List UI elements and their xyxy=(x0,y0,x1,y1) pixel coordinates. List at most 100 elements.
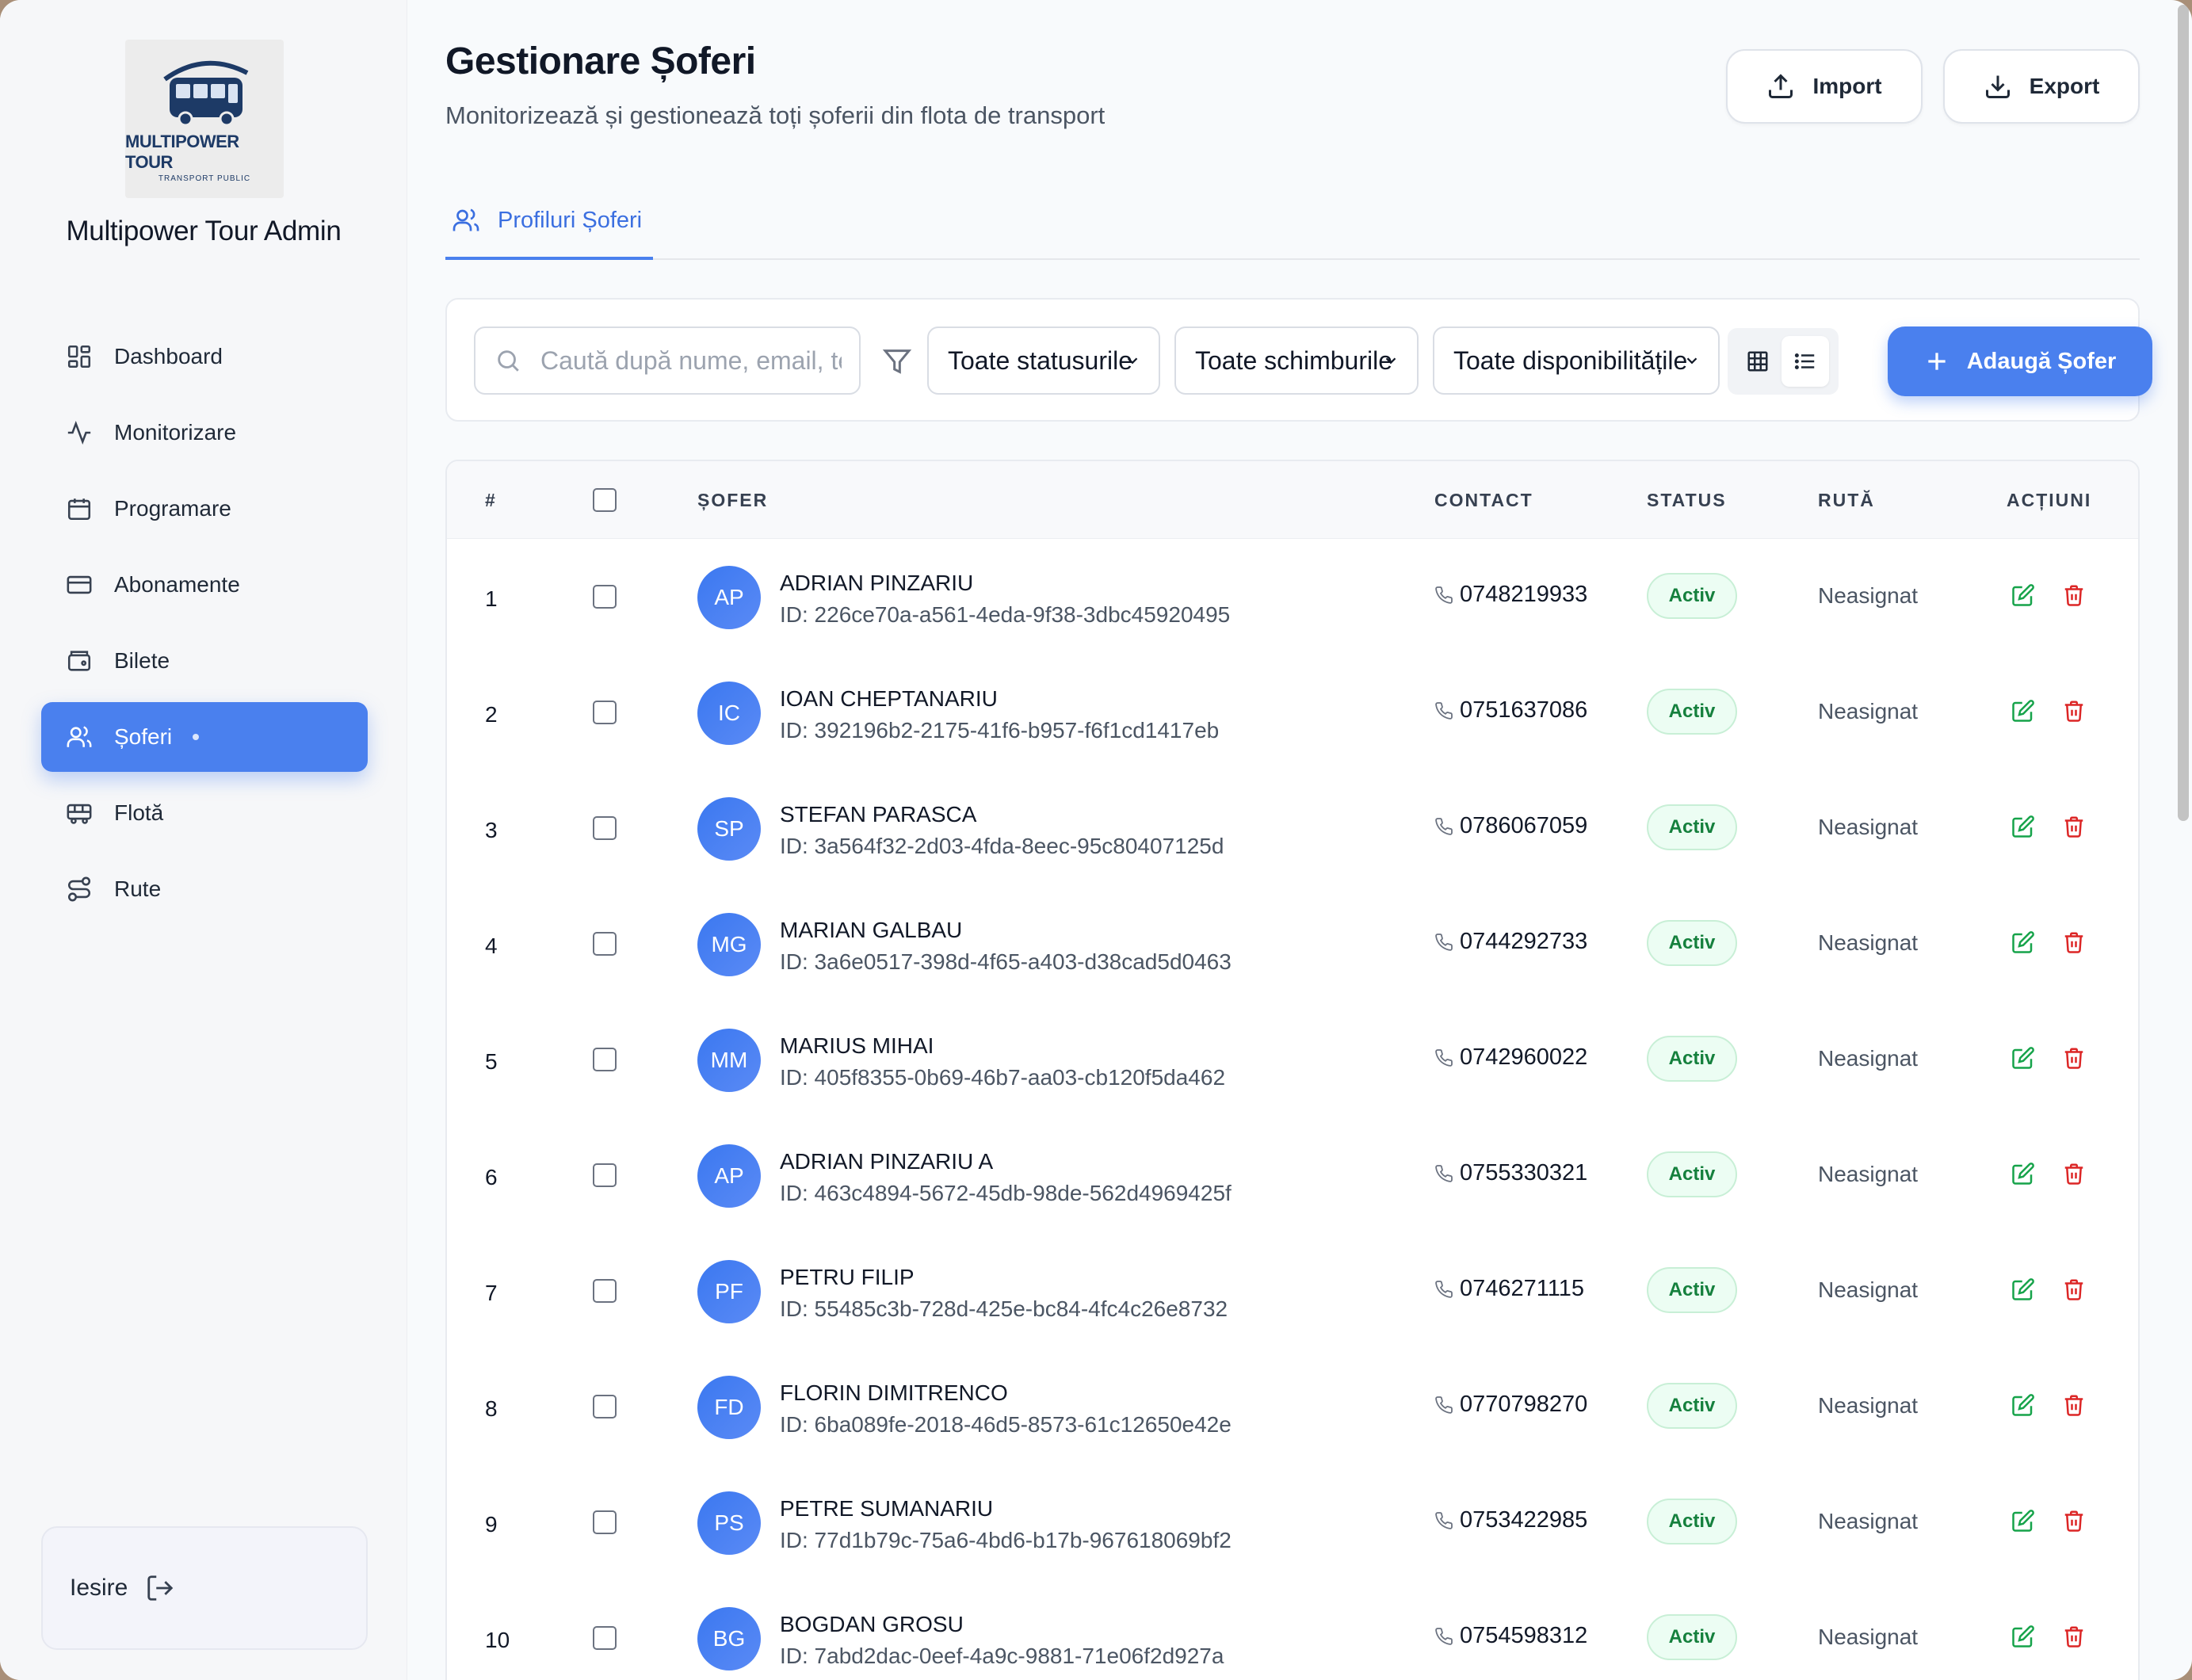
ticket-icon xyxy=(65,647,94,675)
edit-button[interactable] xyxy=(2010,813,2037,840)
import-label: Import xyxy=(1812,74,1882,98)
scrollbar-thumb[interactable] xyxy=(2178,5,2189,821)
status-select[interactable]: Toate statusurile xyxy=(927,326,1160,395)
edit-button[interactable] xyxy=(2010,1160,2037,1187)
table-row: 8 FD FLORIN DIMITRENCO ID: 6ba089fe-2018… xyxy=(447,1349,2138,1464)
list-view-button[interactable] xyxy=(1781,336,1829,387)
logo-subtitle-text: TRANSPORT PUBLIC xyxy=(158,174,251,183)
edit-icon xyxy=(2012,815,2034,838)
active-indicator-dot xyxy=(193,734,200,740)
delete-button[interactable] xyxy=(2060,1392,2087,1418)
delete-button[interactable] xyxy=(2060,929,2087,956)
phone-number: 0753422985 xyxy=(1460,1507,1588,1533)
sidebar-item-bilete[interactable]: Bilete xyxy=(41,626,368,696)
edit-icon xyxy=(2012,1163,2034,1185)
sidebar-item-abonamente[interactable]: Abonamente xyxy=(41,550,368,620)
table-row: 3 SP STEFAN PARASCA ID: 3a564f32-2d03-4f… xyxy=(447,770,2138,886)
export-label: Export xyxy=(2029,74,2100,98)
row-checkbox[interactable] xyxy=(593,1279,617,1303)
delete-button[interactable] xyxy=(2060,1623,2087,1650)
row-number: 2 xyxy=(485,702,498,727)
bus-icon xyxy=(65,799,94,827)
edit-button[interactable] xyxy=(2010,1507,2037,1534)
avatar: BG xyxy=(697,1607,761,1670)
edit-icon xyxy=(2012,931,2034,953)
edit-button[interactable] xyxy=(2010,1276,2037,1303)
logo-brand-text: MULTIPOWER TOUR xyxy=(125,131,239,172)
table-header: # ȘOFER CONTACT STATUS RUTĂ ACȚIUNI xyxy=(447,461,2138,539)
sidebar-item-monitorizare[interactable]: Monitorizare xyxy=(41,398,368,468)
edit-button[interactable] xyxy=(2010,929,2037,956)
row-checkbox[interactable] xyxy=(593,1626,617,1650)
search-input[interactable] xyxy=(540,346,842,376)
availability-select[interactable]: Toate disponibilitățile xyxy=(1433,326,1720,395)
tab-profiluri-soferi[interactable]: Profiluri Șoferi xyxy=(445,184,653,260)
route-value: Neasignat xyxy=(1818,815,1919,839)
delete-button[interactable] xyxy=(2060,1507,2087,1534)
row-checkbox[interactable] xyxy=(593,932,617,956)
driver-phone: 0744292733 xyxy=(1434,929,1587,955)
shift-select-value: Toate schimburile xyxy=(1195,346,1392,375)
export-button[interactable]: Export xyxy=(1943,49,2140,124)
row-checkbox[interactable] xyxy=(593,1163,617,1187)
edit-icon xyxy=(2012,1625,2034,1648)
avatar: AP xyxy=(697,566,761,629)
sidebar-item-rute[interactable]: Rute xyxy=(41,854,368,924)
sidebar-item-programare[interactable]: Programare xyxy=(41,474,368,544)
phone-icon xyxy=(1434,1048,1455,1068)
edit-button[interactable] xyxy=(2010,1623,2037,1650)
sidebar-item-flota[interactable]: Flotă xyxy=(41,778,368,848)
phone-number: 0755330321 xyxy=(1460,1160,1588,1186)
add-driver-button[interactable]: Adaugă Șofer xyxy=(1888,326,2152,396)
table-row: 5 MM MARIUS MIHAI ID: 405f8355-0b69-46b7… xyxy=(447,1002,2138,1117)
activity-icon xyxy=(65,418,94,447)
row-checkbox[interactable] xyxy=(593,585,617,609)
delete-button[interactable] xyxy=(2060,582,2087,609)
driver-id: ID: 405f8355-0b69-46b7-aa03-cb120f5da462 xyxy=(780,1065,1226,1090)
delete-button[interactable] xyxy=(2060,1160,2087,1187)
row-checkbox[interactable] xyxy=(593,816,617,840)
phone-icon xyxy=(1434,701,1455,721)
delete-button[interactable] xyxy=(2060,697,2087,724)
import-button[interactable]: Import xyxy=(1726,49,1923,124)
edit-button[interactable] xyxy=(2010,1044,2037,1071)
column-header-actions: ACȚIUNI xyxy=(2007,490,2092,510)
row-checkbox[interactable] xyxy=(593,701,617,724)
row-number: 8 xyxy=(485,1396,498,1421)
driver-phone: 0746271115 xyxy=(1434,1276,1584,1302)
row-number: 9 xyxy=(485,1512,498,1537)
row-checkbox[interactable] xyxy=(593,1395,617,1418)
edit-button[interactable] xyxy=(2010,582,2037,609)
driver-name: MARIUS MIHAI xyxy=(780,1033,934,1058)
add-driver-label: Adaugă Șofer xyxy=(1966,348,2117,374)
delete-button[interactable] xyxy=(2060,1044,2087,1071)
table-row: 10 BG BOGDAN GROSU ID: 7abd2dac-0eef-4a9… xyxy=(447,1580,2138,1680)
search-icon xyxy=(495,346,525,376)
delete-button[interactable] xyxy=(2060,1276,2087,1303)
edit-button[interactable] xyxy=(2010,1392,2037,1418)
trash-icon xyxy=(2064,1279,2083,1300)
driver-phone: 0751637086 xyxy=(1434,697,1587,724)
row-checkbox[interactable] xyxy=(593,1048,617,1071)
row-checkbox[interactable] xyxy=(593,1510,617,1534)
logout-button[interactable]: Iesire xyxy=(41,1526,368,1650)
avatar: PS xyxy=(697,1491,761,1555)
status-badge: Activ xyxy=(1647,1267,1737,1313)
select-all-checkbox[interactable] xyxy=(593,488,617,512)
sidebar-item-soferi[interactable]: Șoferi xyxy=(41,702,368,772)
main-content: Gestionare Șoferi Monitorizează și gesti… xyxy=(407,0,2171,1680)
driver-name: PETRU FILIP xyxy=(780,1265,915,1289)
route-value: Neasignat xyxy=(1818,1393,1919,1418)
row-number: 3 xyxy=(485,818,498,842)
sidebar-item-label: Programare xyxy=(114,496,231,521)
sidebar-item-dashboard[interactable]: Dashboard xyxy=(41,322,368,391)
grid-view-button[interactable] xyxy=(1734,336,1781,387)
driver-name: MARIAN GALBAU xyxy=(780,918,963,942)
app-title: Multipower Tour Admin xyxy=(66,216,342,246)
phone-icon xyxy=(1434,932,1455,953)
shift-select[interactable]: Toate schimburile xyxy=(1174,326,1419,395)
users-icon xyxy=(452,204,483,236)
phone-icon xyxy=(1434,585,1455,605)
edit-button[interactable] xyxy=(2010,697,2037,724)
delete-button[interactable] xyxy=(2060,813,2087,840)
